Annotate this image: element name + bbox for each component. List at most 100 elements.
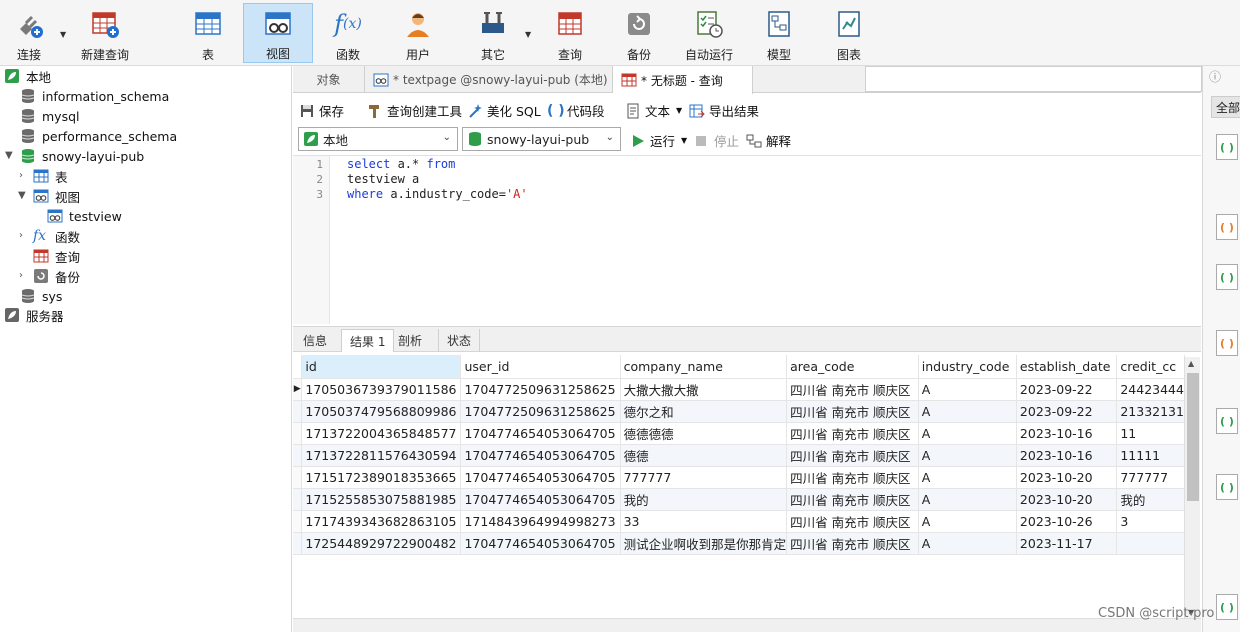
table-row[interactable]: 1715255853075881985 1704774654053064705 … xyxy=(293,488,1185,511)
cell-id[interactable]: 1705036739379011586 xyxy=(301,378,462,401)
snippet-file-icon[interactable]: ( ) xyxy=(1216,330,1238,356)
column-header[interactable]: id xyxy=(301,355,462,379)
collapse-arrow-icon[interactable]: ▼ xyxy=(5,150,13,161)
snippet-file-icon[interactable]: ( ) xyxy=(1216,594,1238,620)
text-dropdown-icon[interactable]: ▼ xyxy=(676,106,682,115)
new-query-button[interactable]: 新建查询 xyxy=(78,3,132,63)
cell-industry-code[interactable]: A xyxy=(918,422,1017,445)
cell-user-id[interactable]: 1704772509631258625 xyxy=(460,378,621,401)
model-button[interactable]: 模型 xyxy=(754,3,804,63)
cell-industry-code[interactable]: A xyxy=(918,400,1017,423)
cell-industry-code[interactable]: A xyxy=(918,466,1017,489)
cell-area-code[interactable]: 四川省 南充市 顺庆区 xyxy=(786,422,919,445)
user-button[interactable]: 用户 xyxy=(393,3,443,63)
tree-db-sys[interactable]: sys xyxy=(20,286,62,306)
tab-search-field[interactable] xyxy=(865,66,1202,92)
expand-arrow-icon[interactable]: › xyxy=(19,170,23,181)
cell-user-id[interactable]: 1704774654053064705 xyxy=(460,532,621,555)
column-header[interactable]: establish_date xyxy=(1016,355,1118,379)
cell-area-code[interactable]: 四川省 南充市 顺庆区 xyxy=(786,378,919,401)
cell-establish-date[interactable]: 2023-10-16 xyxy=(1016,422,1118,445)
cell-establish-date[interactable]: 2023-10-26 xyxy=(1016,510,1118,533)
vertical-scrollbar[interactable]: ▲ ▼ xyxy=(1184,357,1200,619)
cell-company-name[interactable]: 33 xyxy=(620,510,788,533)
snippet-file-icon[interactable]: ( ) xyxy=(1216,408,1238,434)
code-snippet-button[interactable]: ( ) 代码段 xyxy=(547,101,605,120)
tree-node-queries[interactable]: 查询 xyxy=(33,246,80,266)
export-results-button[interactable]: 导出结果 xyxy=(689,101,759,120)
connect-dropdown-icon[interactable]: ▼ xyxy=(60,30,66,39)
cell-industry-code[interactable]: A xyxy=(918,444,1017,467)
connect-button[interactable]: 连接 xyxy=(6,3,52,63)
cell-industry-code[interactable]: A xyxy=(918,510,1017,533)
tree-db-mysql[interactable]: mysql xyxy=(20,106,80,126)
cell-credit-code[interactable]: 11111 xyxy=(1116,444,1185,467)
database-select[interactable]: snowy-layui-pub ⌄ xyxy=(462,127,621,151)
column-header[interactable]: area_code xyxy=(786,355,919,379)
cell-industry-code[interactable]: A xyxy=(918,532,1017,555)
tree-db-information-schema[interactable]: information_schema xyxy=(20,86,169,106)
cell-id[interactable]: 1713722004365848577 xyxy=(301,422,462,445)
query-builder-button[interactable]: 查询创建工具 xyxy=(367,101,462,120)
beautify-sql-button[interactable]: 美化 SQL xyxy=(467,101,541,120)
stop-button[interactable]: 停止 xyxy=(694,131,739,150)
other-button[interactable]: 其它 xyxy=(468,3,518,63)
scrollbar-thumb[interactable] xyxy=(1187,373,1199,501)
cell-company-name[interactable]: 德德德德 xyxy=(620,422,788,445)
table-row[interactable]: 1725448929722900482 1704774654053064705 … xyxy=(293,532,1185,555)
table-button[interactable]: 表 xyxy=(183,3,233,63)
cell-credit-code[interactable]: 11 xyxy=(1116,422,1185,445)
tab-profile[interactable]: 剖析 xyxy=(390,329,430,352)
cell-credit-code[interactable]: 3 xyxy=(1116,510,1185,533)
tab-info[interactable]: 信息 xyxy=(295,329,335,352)
scroll-up-icon[interactable]: ▲ xyxy=(1188,359,1194,368)
cell-establish-date[interactable]: 2023-10-20 xyxy=(1016,488,1118,511)
cell-id[interactable]: 1713722811576430594 xyxy=(301,444,462,467)
cell-establish-date[interactable]: 2023-09-22 xyxy=(1016,378,1118,401)
cell-company-name[interactable]: 测试企业啊收到那是你那肯定 xyxy=(620,532,788,555)
cell-id[interactable]: 1715172389018353665 xyxy=(301,466,462,489)
tree-view-testview[interactable]: testview xyxy=(47,206,122,226)
run-button[interactable]: 运行 ▼ xyxy=(630,131,687,150)
cell-user-id[interactable]: 1704774654053064705 xyxy=(460,466,621,489)
cell-area-code[interactable]: 四川省 南充市 顺庆区 xyxy=(786,532,919,555)
cell-establish-date[interactable]: 2023-10-20 xyxy=(1016,466,1118,489)
column-header[interactable]: user_id xyxy=(460,355,621,379)
explain-button[interactable]: 解释 xyxy=(746,131,791,150)
cell-industry-code[interactable]: A xyxy=(918,488,1017,511)
cell-establish-date[interactable]: 2023-09-22 xyxy=(1016,400,1118,423)
tab-all[interactable]: 全部 xyxy=(1211,96,1240,118)
cell-user-id[interactable]: 1704774654053064705 xyxy=(460,422,621,445)
tab-objects[interactable]: 对象 xyxy=(293,66,365,93)
table-row[interactable]: 1705037479568809986 1704772509631258625 … xyxy=(293,400,1185,423)
cell-credit-code[interactable]: 24423444 xyxy=(1116,378,1185,401)
table-row[interactable]: 1713722004365848577 1704774654053064705 … xyxy=(293,422,1185,445)
cell-credit-code[interactable]: 21332131 xyxy=(1116,400,1185,423)
tree-node-functions[interactable]: fx 函数 xyxy=(33,226,80,246)
table-row[interactable]: 1715172389018353665 1704774654053064705 … xyxy=(293,466,1185,489)
cell-area-code[interactable]: 四川省 南充市 顺庆区 xyxy=(786,444,919,467)
cell-company-name[interactable]: 大撒大撒大撒 xyxy=(620,378,788,401)
cell-area-code[interactable]: 四川省 南充市 顺庆区 xyxy=(786,400,919,423)
cell-user-id[interactable]: 1714843964994998273 xyxy=(460,510,621,533)
table-row[interactable]: 1713722811576430594 1704774654053064705 … xyxy=(293,444,1185,467)
tree-db-performance-schema[interactable]: performance_schema xyxy=(20,126,177,146)
cell-id[interactable]: 1705037479568809986 xyxy=(301,400,462,423)
cell-company-name[interactable]: 777777 xyxy=(620,466,788,489)
snippet-file-icon[interactable]: ( ) xyxy=(1216,214,1238,240)
other-dropdown-icon[interactable]: ▼ xyxy=(525,30,531,39)
cell-establish-date[interactable]: 2023-10-16 xyxy=(1016,444,1118,467)
text-button[interactable]: 文本 ▼ xyxy=(625,101,682,120)
cell-establish-date[interactable]: 2023-11-17 xyxy=(1016,532,1118,555)
tab-untitled-query[interactable]: * 无标题 - 查询 xyxy=(613,66,753,94)
cell-area-code[interactable]: 四川省 南充市 顺庆区 xyxy=(786,466,919,489)
tree-db-snowy-layui-pub[interactable]: snowy-layui-pub xyxy=(20,146,144,166)
info-icon[interactable]: ⓘ xyxy=(1209,68,1221,85)
function-button[interactable]: f (x) 函数 xyxy=(323,3,373,63)
expand-arrow-icon[interactable]: › xyxy=(19,230,23,241)
tab-result-1[interactable]: 结果 1 xyxy=(341,329,395,352)
query-button[interactable]: 查询 xyxy=(545,3,595,63)
column-header[interactable]: company_name xyxy=(620,355,788,379)
auto-run-button[interactable]: 自动运行 xyxy=(678,3,740,63)
column-header[interactable]: credit_cc xyxy=(1116,355,1185,379)
